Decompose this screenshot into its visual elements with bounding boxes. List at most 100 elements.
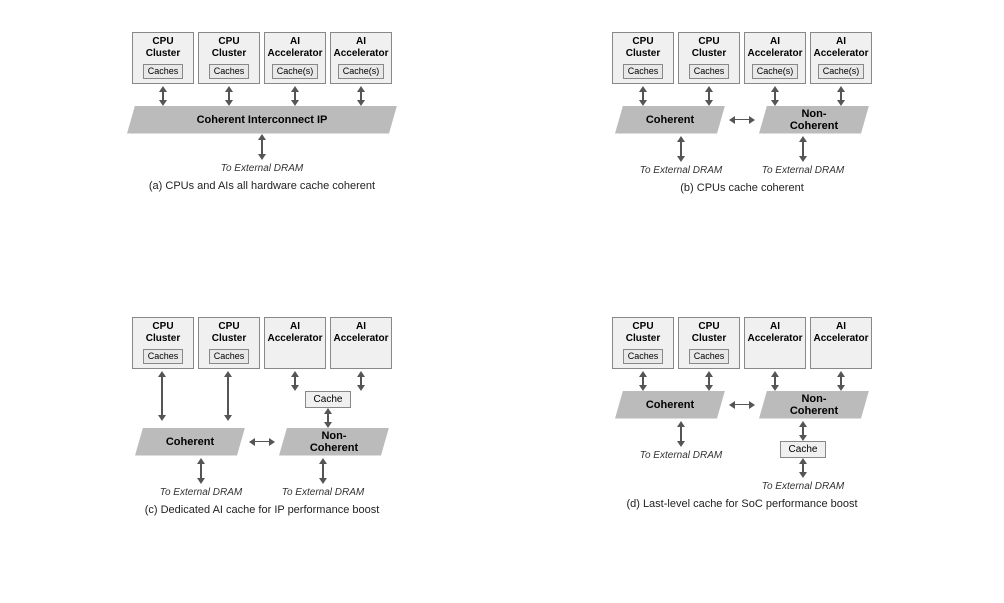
unit-ai1-c-title: AIAccelerator: [267, 321, 322, 345]
unit-cpu2-d-sub: Caches: [689, 349, 730, 365]
unit-ai2-b: AIAccelerator Cache(s): [810, 32, 872, 84]
unit-cpu2-a: CPUCluster Caches: [198, 32, 260, 84]
diagram-b-units: CPUCluster Caches CPUCluster Caches AIAc…: [612, 32, 872, 84]
unit-cpu2-d: CPUCluster Caches: [678, 317, 740, 369]
banner-b-noncoherent: Non-Coherent: [759, 106, 869, 134]
arrow-a-3: [264, 86, 326, 106]
dram-a: To External DRAM: [221, 163, 303, 174]
unit-ai2-c: AIAccelerator: [330, 317, 392, 369]
h-arrow-b: [729, 116, 755, 124]
arrow-c-cache-down: [324, 408, 332, 428]
h-arrow-c: [249, 438, 275, 446]
unit-ai1-b-sub: Cache(s): [752, 64, 799, 80]
diagram-d-units: CPUCluster Caches CPUCluster Caches AIAc…: [612, 317, 872, 369]
unit-ai1-a-sub: Cache(s): [272, 64, 319, 80]
unit-ai2-a: AIAccelerator Cache(s): [330, 32, 392, 84]
h-arrow-d: [729, 401, 755, 409]
page: CPUCluster Caches CPUCluster Caches AIAc…: [22, 12, 982, 592]
unit-cpu2-a-sub: Caches: [209, 64, 250, 80]
unit-ai1-a-title: AIAccelerator: [267, 36, 322, 60]
diagram-b: CPUCluster Caches CPUCluster Caches AIAc…: [512, 22, 972, 297]
arrow-d-cache-bottom: [799, 458, 807, 478]
dram-d-left: To External DRAM: [640, 450, 722, 461]
unit-ai1-d: AIAccelerator: [744, 317, 806, 369]
unit-cpu1-c-sub: Caches: [143, 349, 184, 365]
arrow-c-dram-left: [197, 458, 205, 484]
unit-ai2-d: AIAccelerator: [810, 317, 872, 369]
caption-a: (a) CPUs and AIs all hardware cache cohe…: [149, 180, 375, 192]
banner-a: Coherent Interconnect IP: [127, 106, 397, 134]
unit-cpu2-a-title: CPUCluster: [212, 36, 246, 60]
unit-cpu1-d-title: CPUCluster: [626, 321, 660, 345]
unit-ai1-d-title: AIAccelerator: [747, 321, 802, 345]
dram-d-right: To External DRAM: [762, 481, 844, 492]
unit-cpu2-c-sub: Caches: [209, 349, 250, 365]
arrow-c-3: [264, 371, 326, 391]
unit-cpu1-b-title: CPUCluster: [626, 36, 660, 60]
unit-ai1-b-title: AIAccelerator: [747, 36, 802, 60]
caption-b: (b) CPUs cache coherent: [680, 182, 804, 194]
unit-ai2-d-title: AIAccelerator: [813, 321, 868, 345]
dram-row-c: To External DRAM To External DRAM: [142, 458, 382, 498]
unit-ai1-a: AIAccelerator Cache(s): [264, 32, 326, 84]
unit-cpu1-d: CPUCluster Caches: [612, 317, 674, 369]
unit-cpu1-c: CPUCluster Caches: [132, 317, 194, 369]
arrow-d-dram-left: [677, 421, 685, 447]
caption-d: (d) Last-level cache for SoC performance…: [626, 498, 857, 510]
unit-cpu2-b-sub: Caches: [689, 64, 730, 80]
cache-box-d: Cache: [780, 441, 827, 458]
unit-ai2-b-title: AIAccelerator: [813, 36, 868, 60]
arrows-b-top: [612, 86, 872, 106]
banner-d-noncoherent: Non-Coherent: [759, 391, 869, 419]
arrows-c-top: Cache: [131, 371, 393, 428]
arrow-d-2: [678, 371, 740, 391]
unit-ai2-a-title: AIAccelerator: [333, 36, 388, 60]
unit-cpu2-d-title: CPUCluster: [692, 321, 726, 345]
caption-c: (c) Dedicated AI cache for IP performanc…: [145, 504, 380, 516]
diagram-a: CPUCluster Caches CPUCluster Caches AIAc…: [32, 22, 492, 297]
banner-d-coherent: Coherent: [615, 391, 725, 419]
arrow-d-4: [810, 371, 872, 391]
unit-cpu2-b: CPUCluster Caches: [678, 32, 740, 84]
dram-b-right: To External DRAM: [762, 165, 844, 176]
unit-ai2-c-title: AIAccelerator: [333, 321, 388, 345]
arrow-c-2: [197, 371, 259, 428]
unit-cpu2-c-title: CPUCluster: [212, 321, 246, 345]
unit-cpu2-c: CPUCluster Caches: [198, 317, 260, 369]
banner-c-noncoherent: Non-Coherent: [279, 428, 389, 456]
banner-row-d: Coherent Non-Coherent: [613, 391, 871, 419]
banner-row-c: Coherent Non-Coherent: [133, 428, 391, 456]
unit-ai2-a-sub: Cache(s): [338, 64, 385, 80]
arrow-a-4: [330, 86, 392, 106]
arrow-b-4: [810, 86, 872, 106]
arrow-c-1: [131, 371, 193, 428]
unit-cpu1-d-sub: Caches: [623, 349, 664, 365]
arrows-d-top: [612, 371, 872, 391]
unit-cpu2-b-title: CPUCluster: [692, 36, 726, 60]
arrow-b-dram-right: [799, 136, 807, 162]
arrow-d-3: [744, 371, 806, 391]
dram-c-right: To External DRAM: [282, 487, 364, 498]
unit-cpu1-a-title: CPUCluster: [146, 36, 180, 60]
arrow-b-dram-left: [677, 136, 685, 162]
unit-cpu1-a: CPUCluster Caches: [132, 32, 194, 84]
arrow-a-dram: [258, 134, 266, 160]
arrow-b-3: [744, 86, 806, 106]
banner-c-coherent: Coherent: [135, 428, 245, 456]
banner-b-coherent: Coherent: [615, 106, 725, 134]
unit-cpu1-b-sub: Caches: [623, 64, 664, 80]
arrow-a-2: [198, 86, 260, 106]
arrow-c-dram-right: [319, 458, 327, 484]
diagram-c: CPUCluster Caches CPUCluster Caches AIAc…: [32, 307, 492, 582]
unit-cpu1-b: CPUCluster Caches: [612, 32, 674, 84]
arrow-c-4: [330, 371, 392, 391]
diagram-a-units: CPUCluster Caches CPUCluster Caches AIAc…: [132, 32, 392, 84]
arrow-d-cache-top: [799, 421, 807, 441]
arrow-b-1: [612, 86, 674, 106]
unit-ai1-c: AIAccelerator: [264, 317, 326, 369]
arrow-a-1: [132, 86, 194, 106]
banner-row-b: Coherent Non-Coherent: [613, 106, 871, 134]
dram-b-left: To External DRAM: [640, 165, 722, 176]
dram-arrows-b: To External DRAM To External DRAM: [622, 136, 862, 176]
unit-cpu1-c-title: CPUCluster: [146, 321, 180, 345]
